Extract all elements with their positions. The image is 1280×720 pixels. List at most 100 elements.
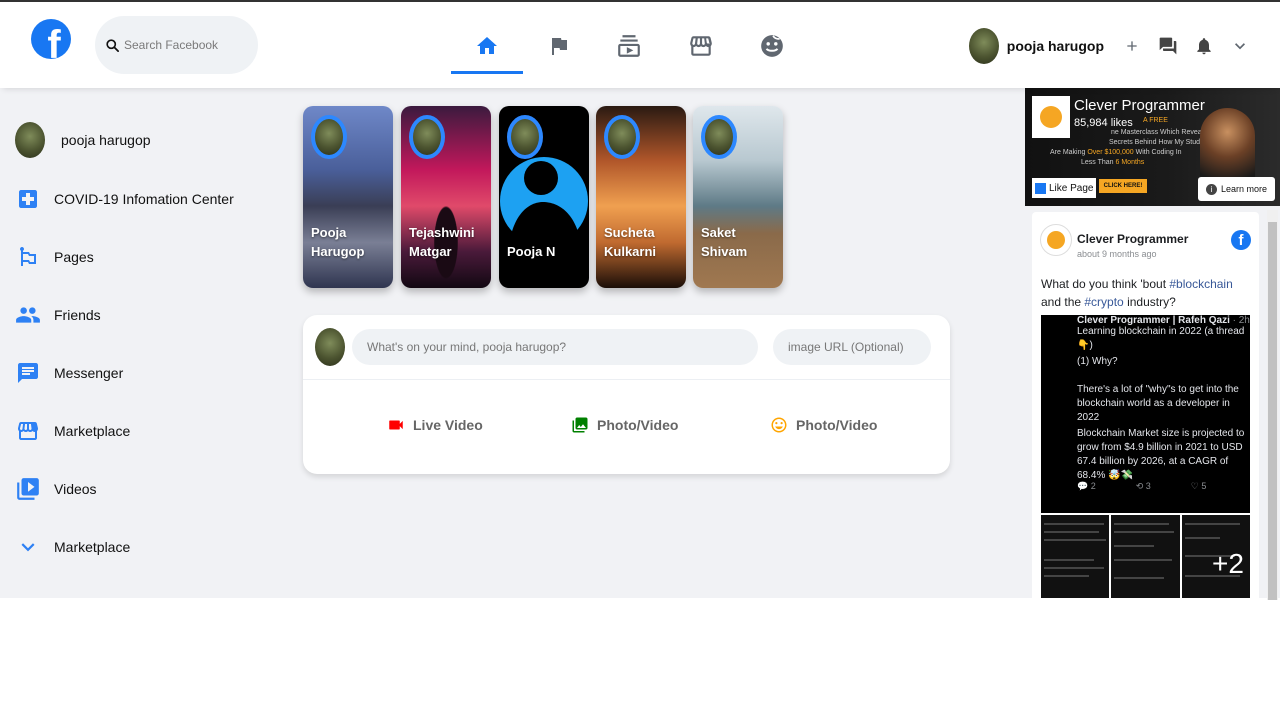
storefront-icon — [15, 418, 41, 444]
sidebar-item-messenger[interactable]: Messenger — [0, 344, 280, 402]
avatar[interactable] — [968, 28, 999, 64]
avatar — [409, 115, 445, 159]
post-timestamp[interactable]: about 9 months ago — [1077, 249, 1157, 259]
hashtag-link[interactable]: #blockchain — [1169, 277, 1232, 291]
like-page-button[interactable]: Like Page — [1032, 178, 1096, 198]
live-video-button[interactable]: Live Video — [387, 413, 483, 437]
expand-more-icon — [15, 534, 41, 560]
header: f pooja harugop — [0, 2, 1280, 88]
forum-icon[interactable] — [1150, 28, 1186, 64]
story-name: Saket Shivam — [701, 225, 748, 259]
feeling-button[interactable]: Photo/Video — [770, 413, 877, 437]
story-card[interactable]: Pooja Harugop — [303, 106, 393, 288]
option-label: Live Video — [413, 417, 483, 433]
sidebar-item-label: Videos — [54, 481, 97, 497]
sidebar-item-videos[interactable]: Videos — [0, 460, 280, 518]
story-card[interactable]: Sucheta Kulkarni — [596, 106, 686, 288]
sidebar-item-label: Friends — [54, 307, 101, 323]
sponsored-ad[interactable]: Clever Programmer 85,984 likes A FREE ne… — [1025, 88, 1280, 206]
tweet-line: Blockchain Market size is projected to g… — [1077, 428, 1245, 481]
click-here-button[interactable]: CLICK HERE! — [1099, 179, 1147, 193]
flag-icon[interactable] — [539, 26, 579, 66]
avatar — [604, 115, 640, 159]
ad-line: Less Than 6 Months — [1081, 159, 1145, 166]
notifications-icon[interactable] — [1186, 28, 1222, 64]
expand-more-icon[interactable] — [1222, 28, 1258, 64]
sidebar-item-marketplace[interactable]: Marketplace — [0, 402, 280, 460]
search-input[interactable] — [124, 38, 244, 52]
learn-more-button[interactable]: i Learn more — [1198, 177, 1275, 201]
sidebar-item-label: Marketplace — [54, 423, 131, 439]
info-icon: i — [1205, 183, 1217, 195]
tweet-actions: 💬 2 ⟲ 3 ♡ 5 — [1077, 481, 1206, 492]
sidebar-item-covid[interactable]: COVID-19 Infomation Center — [0, 170, 280, 228]
local-hospital-icon — [15, 186, 41, 212]
mood-icon — [771, 417, 787, 433]
sidebar-item-label: Marketplace — [54, 539, 131, 555]
feed-scrollbar[interactable] — [1267, 210, 1278, 600]
active-tab-indicator — [451, 71, 523, 74]
story-card[interactable]: Saket Shivam — [693, 106, 783, 288]
tweet-line: (1) Why? — [1077, 356, 1118, 367]
story-card[interactable]: Pooja N — [499, 106, 589, 288]
subscriptions-icon[interactable] — [609, 26, 649, 66]
facebook-icon[interactable]: f — [1231, 230, 1251, 250]
sidebar-item-more[interactable]: Marketplace — [0, 518, 280, 576]
ad-line: Are Making Over $100,000 With Coding In — [1050, 149, 1182, 156]
post-input[interactable] — [352, 329, 758, 365]
emoji-flags-icon — [15, 244, 41, 270]
home-icon[interactable] — [467, 26, 507, 66]
story-name: Pooja N — [507, 244, 556, 259]
feed-post: Clever Programmer about 9 months ago f W… — [1032, 212, 1259, 598]
search-bar[interactable] — [95, 16, 258, 74]
thumbnail[interactable] — [1041, 515, 1110, 598]
post-image[interactable]: Clever Programmer | Rafeh Qazi · 2h Lear… — [1041, 315, 1250, 513]
add-icon[interactable] — [1114, 28, 1150, 64]
avatar — [311, 115, 347, 159]
post-page-name[interactable]: Clever Programmer — [1077, 232, 1188, 246]
ad-line: Secrets Behind How My Students — [1109, 139, 1214, 146]
sidebar-item-label: Messenger — [54, 365, 124, 381]
story-name: Tejashwini Matgar — [409, 225, 475, 259]
image-url-input[interactable] — [773, 329, 931, 365]
more-photos-count[interactable]: +2 — [1212, 548, 1244, 580]
avatar[interactable] — [1040, 224, 1072, 256]
thumbnail[interactable]: +2 — [1181, 515, 1250, 598]
sidebar-item-pages[interactable]: Pages — [0, 228, 280, 286]
avatar — [507, 115, 543, 159]
sidebar-item-label: Pages — [54, 249, 94, 265]
sidebar-item-profile[interactable]: pooja harugop — [0, 110, 280, 170]
sidebar: pooja harugop COVID-19 Infomation Center… — [0, 110, 280, 576]
option-label: Photo/Video — [796, 417, 878, 433]
post-thumbnails[interactable]: +2 — [1041, 515, 1250, 598]
hashtag-link[interactable]: #crypto — [1084, 295, 1123, 309]
story-card[interactable]: Tejashwini Matgar — [401, 106, 491, 288]
sidebar-item-friends[interactable]: Friends — [0, 286, 280, 344]
header-user-name[interactable]: pooja harugop — [1007, 38, 1104, 54]
tweet-line: There's a lot of "why"s to get into the … — [1077, 384, 1239, 423]
avatar — [315, 328, 345, 366]
clever-programmer-logo — [1032, 96, 1070, 138]
tweet-line: Learning blockchain in 2022 (a thread 👇) — [1077, 326, 1245, 351]
composer-top — [303, 315, 950, 380]
ad-person-image — [1200, 108, 1255, 188]
post-text: What do you think 'bout #blockchain and … — [1041, 277, 1233, 309]
sidebar-item-label: COVID-19 Infomation Center — [54, 191, 234, 207]
facebook-icon — [1035, 182, 1046, 194]
page-plugin-feed: Clever Programmer about 9 months ago f W… — [1025, 207, 1280, 598]
option-label: Photo/Video — [597, 417, 679, 433]
story-name: Pooja Harugop — [311, 225, 365, 259]
avatar — [701, 115, 737, 159]
thumbnail[interactable] — [1111, 515, 1180, 598]
video-library-icon — [15, 476, 41, 502]
avatar — [15, 122, 45, 158]
photo-video-button[interactable]: Photo/Video — [571, 413, 678, 437]
reply-count: 💬 2 — [1077, 481, 1096, 491]
chat-icon — [15, 360, 41, 386]
facebook-logo-icon[interactable]: f — [31, 19, 71, 59]
supervised-user-icon[interactable] — [752, 26, 792, 66]
scrollbar-thumb[interactable] — [1268, 222, 1277, 600]
storefront-icon[interactable] — [681, 26, 721, 66]
message-sender: Live Video Photo/Video Photo/Video — [303, 315, 950, 474]
story-name: Sucheta Kulkarni — [604, 225, 657, 259]
